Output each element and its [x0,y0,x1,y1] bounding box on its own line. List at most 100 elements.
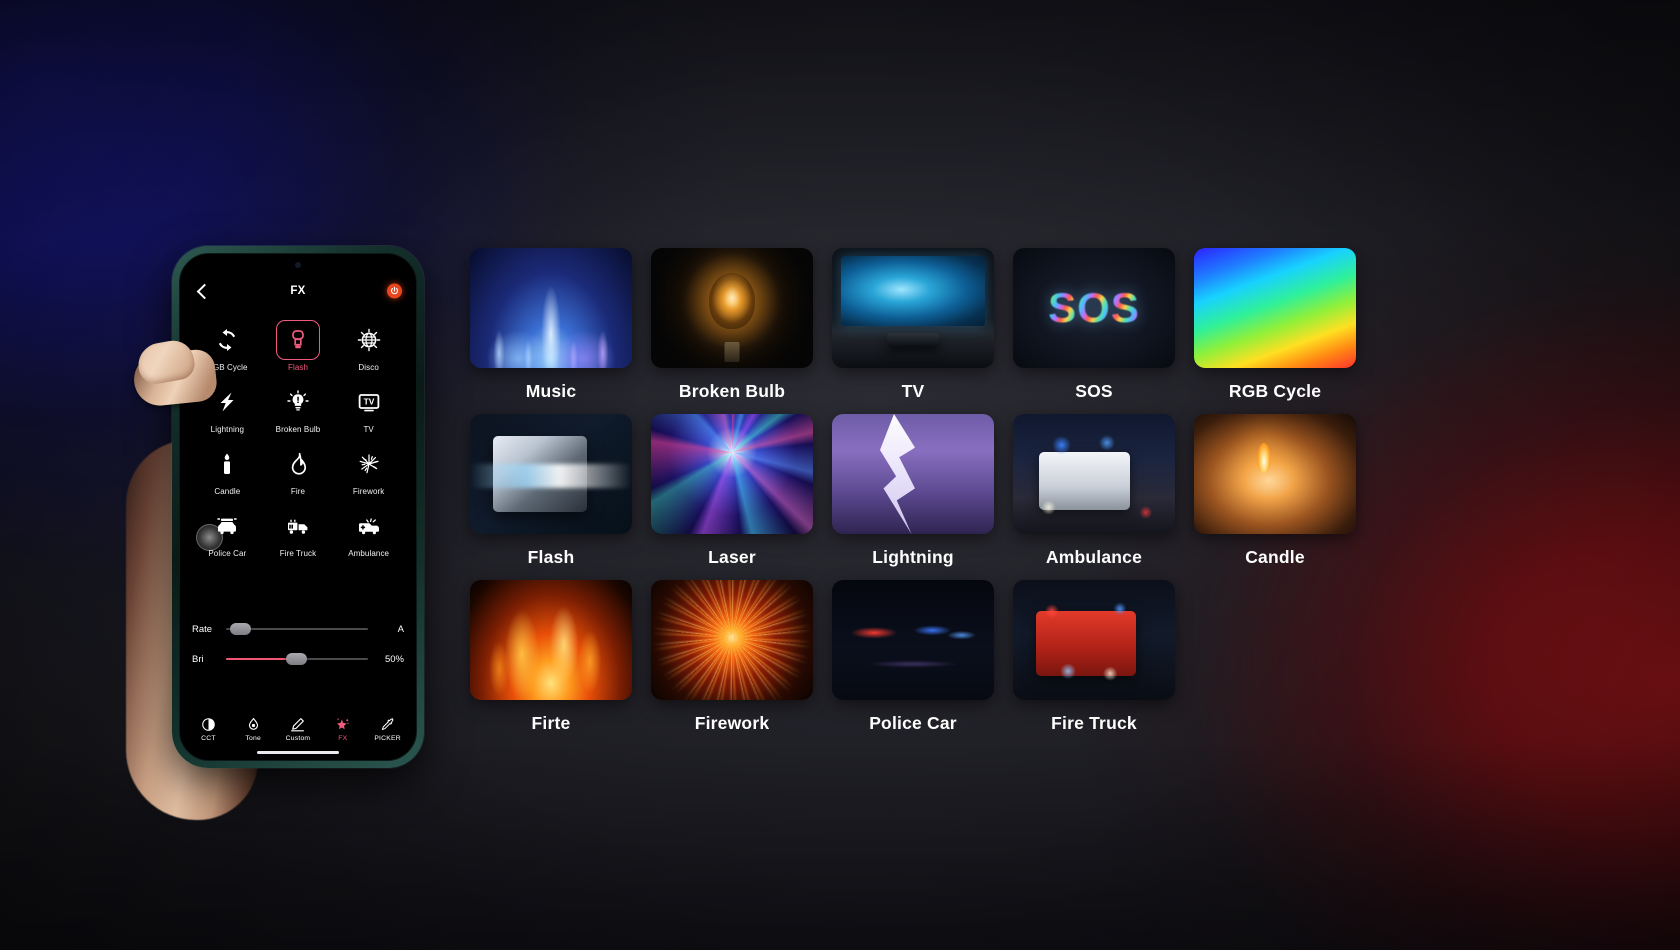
tab-label: FX [338,735,348,742]
gallery-item-broken-bulb[interactable]: Broken Bulb [651,248,813,402]
gallery-item-music[interactable]: Music [470,248,632,402]
gallery-label: SOS [1075,381,1113,401]
droplet-icon [248,717,258,730]
app-screen: FX RGB Cycle Flash Disco Lightning Broke… [180,254,416,760]
bri-slider-track[interactable] [226,651,368,667]
effect-label: Ambulance [348,549,390,558]
effect-label: Disco [358,363,379,372]
gallery-item-lightning[interactable]: Lightning [832,414,994,568]
gallery-label: Laser [708,547,756,567]
slider-label: Bri [192,653,204,665]
effect-item-candle[interactable]: Candle [192,438,263,498]
effect-item-ambulance[interactable]: Ambulance [333,500,404,560]
page-title: FX [290,285,306,297]
effect-item-fire-truck[interactable]: Fire Truck [263,500,334,560]
gallery-label: Police Car [869,713,957,733]
slider-value: 50% [384,653,404,665]
effect-item-broken-bulb[interactable]: Broken Bulb [263,376,334,436]
gallery-label: Firte [531,713,571,733]
thumbnail-broken-bulb[interactable] [651,248,813,368]
effect-item-disco[interactable]: Disco [333,314,404,374]
thumbnail-candle[interactable] [1194,414,1356,534]
gallery-item-ambulance[interactable]: Ambulance [1013,414,1175,568]
thumbnail-fire-truck[interactable] [1013,580,1175,700]
thumbnail-firework[interactable] [651,580,813,700]
effect-item-fire[interactable]: Fire [263,438,334,498]
eyedropper-icon [381,718,394,730]
gallery-row: Flash Laser Lightning Ambulance Candle [470,414,1370,568]
gallery-item-laser[interactable]: Laser [651,414,813,568]
thumbnail-music[interactable] [470,248,632,368]
thumbnail-police-car[interactable] [832,580,994,700]
gallery-item-firework[interactable]: Firework [651,580,813,734]
broken-bulb-icon [276,382,320,422]
slider-label: Rate [192,623,213,635]
tv-icon: TV [347,382,391,422]
sparkle-star-icon [337,718,349,730]
gallery-item-flash[interactable]: Flash [470,414,632,568]
tab-custom[interactable]: Custom [276,717,321,742]
effect-item-police-car[interactable]: Police Car [192,500,263,560]
effect-item-flash[interactable]: Flash [263,314,334,374]
slider-value: A [397,623,404,635]
thumbnail-rgb-cycle[interactable] [1194,248,1356,368]
effect-item-tv[interactable]: TV TV [333,376,404,436]
disco-ball-icon [347,320,391,360]
gallery-item-empty [1194,580,1356,734]
gallery-item-fire-truck[interactable]: Fire Truck [1013,580,1175,734]
gallery-label: Candle [1245,547,1305,567]
thumbnail-lightning[interactable] [832,414,994,534]
tab-label: Custom [285,735,311,742]
bottom-tab-bar: CCT Tone Custom FX PICKER [186,717,410,742]
gallery-item-tv[interactable]: TV [832,248,994,402]
ambulance-icon [347,506,391,546]
effect-label: Candle [214,487,241,496]
gallery-item-candle[interactable]: Candle [1194,414,1356,568]
tab-fx[interactable]: FX [320,717,365,742]
slider-fill [226,658,295,660]
gallery-label: Firework [694,713,770,733]
gallery-item-police-car[interactable]: Police Car [832,580,994,734]
phone-device: FX RGB Cycle Flash Disco Lightning Broke… [172,246,424,768]
effect-label: Firework [352,487,385,496]
flash-bulb-icon [275,320,320,360]
tab-cct[interactable]: CCT [186,717,231,742]
gallery-label: Ambulance [1045,547,1143,567]
thumbnail-tv[interactable] [832,248,994,368]
app-header: FX [192,270,404,312]
tab-picker[interactable]: PICKER [365,717,410,742]
home-indicator [257,750,339,754]
gallery-item-rgb-cycle[interactable]: RGB Cycle [1194,248,1356,402]
back-chevron-icon[interactable] [194,283,210,299]
candle-icon [205,444,249,484]
gallery-row: Firte Firework Police Car Fire Truck [470,580,1370,734]
thumbnail-ambulance[interactable] [1013,414,1175,534]
rgb-cycle-icon [205,320,249,360]
effect-label: TV [363,425,374,434]
thumbnail-laser[interactable] [651,414,813,534]
bri-slider-knob[interactable] [285,653,307,665]
gallery-label: RGB Cycle [1228,381,1322,401]
thumbnail-flash[interactable] [470,414,632,534]
effect-gallery: Music Broken Bulb TV SOS SOS RGB Cycle F… [470,248,1370,746]
thumbnail-fire[interactable] [470,580,632,700]
effects-grid: RGB Cycle Flash Disco Lightning Broken B… [192,314,404,560]
rate-slider-knob[interactable] [230,623,252,635]
rate-slider-track[interactable] [226,621,368,637]
gallery-label: Fire Truck [1051,713,1137,733]
svg-text:TV: TV [363,397,374,407]
contrast-circle-icon [202,718,215,731]
effect-item-firework[interactable]: Firework [333,438,404,498]
fire-truck-icon [276,506,320,546]
gallery-item-fire[interactable]: Firte [470,580,632,734]
gallery-item-sos[interactable]: SOS SOS [1013,248,1175,402]
fire-icon [276,444,320,484]
thumbnail-sos[interactable]: SOS [1013,248,1175,368]
tab-tone[interactable]: Tone [231,717,276,742]
pen-icon [291,718,305,732]
gallery-label: Broken Bulb [678,381,786,401]
gallery-label: Lightning [872,547,954,567]
police-car-icon [205,506,249,546]
phone-screen: FX RGB Cycle Flash Disco Lightning Broke… [179,253,417,761]
power-icon[interactable] [387,283,402,299]
